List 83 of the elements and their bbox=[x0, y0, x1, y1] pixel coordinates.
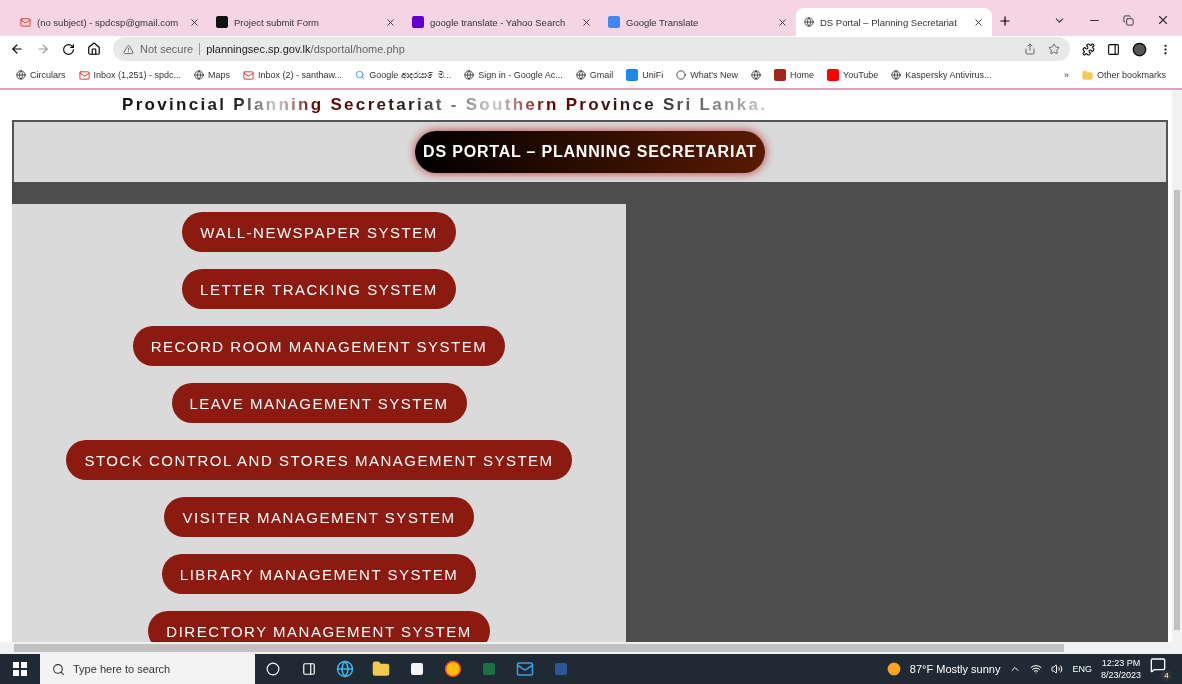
folder-icon[interactable] bbox=[372, 660, 390, 678]
search-icon bbox=[52, 662, 65, 676]
search-icon bbox=[355, 70, 366, 80]
tab-title: (no subject) - spdcsp@gmail.com bbox=[37, 16, 180, 28]
bookmark[interactable]: Circulars bbox=[16, 70, 66, 80]
browser-tab[interactable]: DS Portal – Planning Secretariat bbox=[796, 8, 992, 36]
taskbar-search[interactable]: Type here to search bbox=[40, 654, 255, 684]
volume-icon[interactable] bbox=[1051, 663, 1064, 675]
extensions-icon[interactable] bbox=[1082, 42, 1095, 56]
horizontal-scrollbar[interactable] bbox=[0, 642, 1182, 654]
avatar-icon[interactable] bbox=[1132, 41, 1147, 57]
language-indicator[interactable]: ENG bbox=[1072, 664, 1092, 674]
vertical-scrollbar[interactable] bbox=[1172, 90, 1182, 642]
back-icon[interactable] bbox=[10, 42, 24, 56]
bookmark[interactable]: Other bookmarks bbox=[1081, 69, 1166, 81]
browser-tab[interactable]: Project submit Form bbox=[208, 8, 404, 36]
bookmark[interactable]: UniFi bbox=[626, 69, 664, 81]
url-text: planningsec.sp.gov.lk/dsportal/home.php bbox=[206, 43, 405, 55]
message-icon bbox=[1150, 657, 1166, 673]
bookmark[interactable]: What's New bbox=[676, 70, 738, 80]
close-icon[interactable] bbox=[777, 16, 788, 28]
wifi-icon[interactable] bbox=[1030, 663, 1043, 675]
browser-tab[interactable]: Google Translate bbox=[600, 8, 796, 36]
system-button[interactable]: LEAVE MANAGEMENT SYSTEM bbox=[171, 383, 467, 423]
circle-icon bbox=[676, 70, 687, 80]
system-button[interactable]: LIBRARY MANAGEMENT SYSTEM bbox=[161, 554, 477, 594]
tab-title: Google Translate bbox=[626, 16, 700, 28]
folder-icon bbox=[1081, 69, 1093, 81]
address-bar[interactable]: Not secure planningsec.sp.gov.lk/dsportal/home.php bbox=[113, 37, 1070, 61]
overflow-button[interactable]: » bbox=[1063, 70, 1069, 80]
warning-icon bbox=[123, 43, 134, 55]
bookmark[interactable]: YouTube bbox=[827, 69, 879, 81]
system-button[interactable]: VISITER MANAGEMENT SYSTEM bbox=[164, 497, 474, 537]
mail-icon bbox=[20, 16, 31, 28]
globe-icon bbox=[464, 70, 475, 80]
system-button[interactable]: DIRECTORY MANAGEMENT SYSTEM bbox=[148, 611, 490, 642]
task-view-icon[interactable] bbox=[302, 662, 316, 676]
close-icon[interactable] bbox=[973, 16, 984, 28]
bookmark[interactable]: Inbox (1,251) - spdc... bbox=[78, 69, 182, 81]
home-icon[interactable] bbox=[87, 42, 101, 56]
bookmark[interactable]: Home bbox=[773, 69, 814, 81]
tab-title: DS Portal – Planning Secretariat bbox=[820, 16, 958, 28]
weather-text[interactable]: 87°F Mostly sunny bbox=[909, 663, 1001, 675]
globe-icon bbox=[575, 70, 586, 80]
browser-tab[interactable]: google translate - Yahoo Search bbox=[404, 8, 600, 36]
globe-icon bbox=[194, 70, 205, 80]
system-button[interactable]: RECORD ROOM MANAGEMENT SYSTEM bbox=[132, 326, 506, 366]
mail-icon[interactable] bbox=[516, 660, 534, 678]
close-icon[interactable] bbox=[1156, 13, 1170, 27]
mail-icon bbox=[78, 69, 90, 81]
bookmark[interactable]: Google ආදරයා ෙම... bbox=[355, 69, 452, 81]
side-panel-icon[interactable] bbox=[1107, 42, 1120, 56]
globe-icon bbox=[891, 70, 902, 80]
system-button[interactable]: STOCK CONTROL AND STORES MANAGEMENT SYSTEM bbox=[66, 440, 572, 480]
security-label: Not secure bbox=[140, 43, 194, 55]
forward-icon[interactable] bbox=[36, 42, 50, 56]
portal-title: DS PORTAL – PLANNING SECRETARIAT bbox=[415, 131, 765, 173]
browser-icon[interactable] bbox=[336, 660, 354, 678]
globe-icon[interactable] bbox=[750, 70, 761, 80]
system-button[interactable]: WALL-NEWSPAPER SYSTEM bbox=[182, 212, 456, 252]
bookmark[interactable]: Kaspersky Antivirus... bbox=[891, 70, 992, 80]
restore-icon[interactable] bbox=[1123, 14, 1134, 26]
tab-title: Project submit Form bbox=[234, 16, 320, 28]
new-tab-icon[interactable] bbox=[998, 14, 1012, 28]
windows-icon bbox=[13, 662, 27, 676]
bookmark[interactable]: Inbox (2) - santhaw... bbox=[243, 69, 343, 81]
browser-tab[interactable]: (no subject) - spdcsp@gmail.com bbox=[12, 8, 208, 36]
reload-icon[interactable] bbox=[62, 42, 75, 56]
close-icon[interactable] bbox=[581, 16, 592, 28]
mail-icon bbox=[243, 69, 255, 81]
close-icon[interactable] bbox=[385, 16, 396, 28]
tab-title: google translate - Yahoo Search bbox=[430, 16, 567, 28]
globe-icon bbox=[804, 17, 814, 27]
bookmark[interactable]: Sign in - Google Ac... bbox=[464, 70, 563, 80]
clock[interactable]: 12:23 PM 8/23/2023 bbox=[1100, 657, 1141, 681]
bookmark[interactable]: Gmail bbox=[575, 70, 614, 80]
close-icon[interactable] bbox=[189, 16, 200, 28]
globe-icon bbox=[16, 70, 26, 80]
bookmark[interactable]: Maps bbox=[194, 70, 231, 80]
star-icon[interactable] bbox=[1048, 43, 1060, 55]
notification-button[interactable]: 4 bbox=[1150, 657, 1172, 681]
system-button[interactable]: LETTER TRACKING SYSTEM bbox=[182, 269, 456, 309]
share-icon[interactable] bbox=[1024, 43, 1036, 55]
